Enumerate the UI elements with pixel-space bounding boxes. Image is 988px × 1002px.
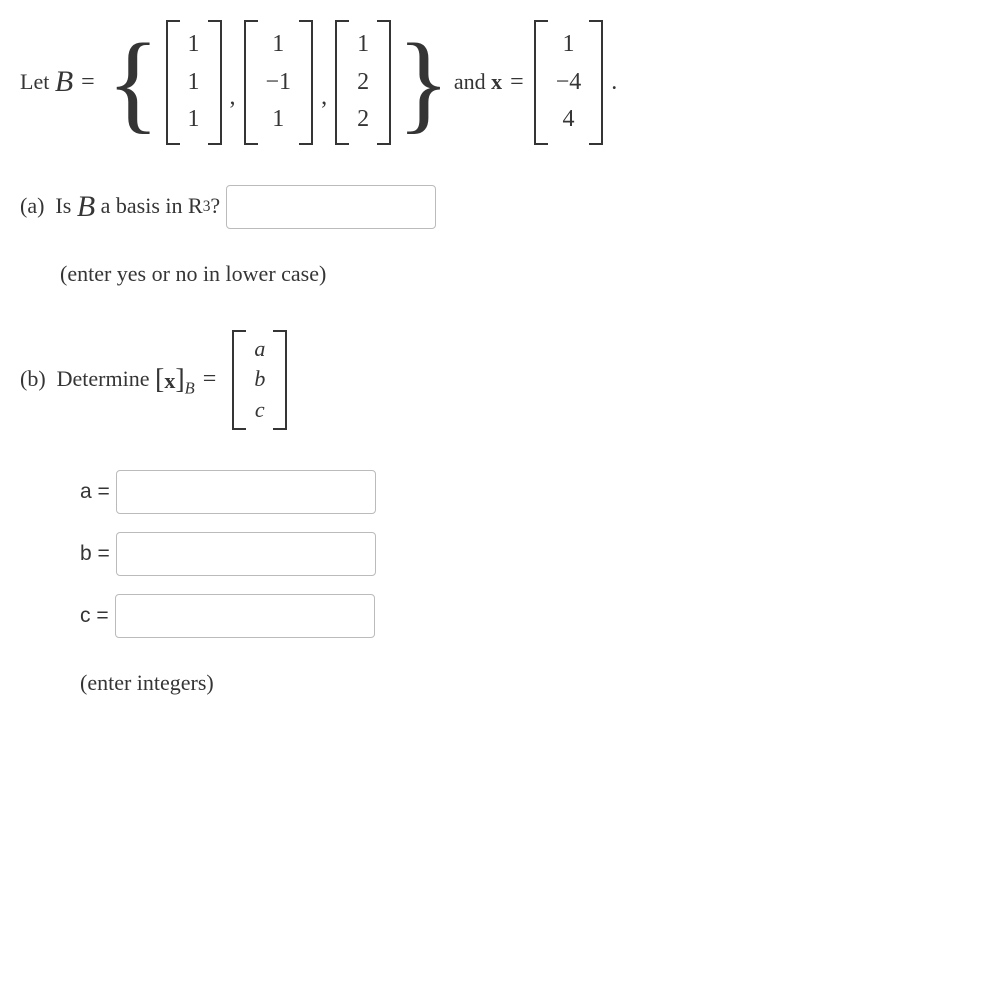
rhs-c: c	[255, 395, 265, 426]
part-b-text1: Determine	[57, 364, 150, 395]
v2-r1: 1	[272, 28, 284, 62]
v1-r3: 1	[188, 103, 200, 137]
comma-1: ,	[230, 81, 236, 145]
b-label: b =	[80, 539, 110, 568]
part-a-text3: ?	[210, 191, 220, 222]
period: .	[611, 66, 617, 100]
input-a[interactable]	[116, 470, 376, 514]
vector-3: 1 2 2	[335, 20, 391, 145]
v2-r2: −1	[266, 66, 292, 100]
input-c[interactable]	[115, 594, 375, 638]
equals-1: =	[81, 66, 95, 100]
symbol-B: B	[55, 61, 73, 103]
vector-2: 1 −1 1	[244, 20, 314, 145]
xB-notation: [x]B	[155, 360, 195, 399]
x-r1: 1	[562, 28, 574, 62]
equals-2: =	[510, 66, 524, 100]
part-a-label: (a)	[20, 191, 44, 222]
part-a-hint: (enter yes or no in lower case)	[60, 259, 968, 290]
brace-left: {	[103, 27, 164, 137]
vector-1: 1 1 1	[166, 20, 222, 145]
part-a-B: B	[77, 186, 95, 228]
brace-right: }	[393, 27, 454, 137]
xb-B: B	[185, 378, 195, 397]
sup-3: 3	[203, 196, 211, 218]
v3-r2: 2	[357, 66, 369, 100]
x-r3: 4	[562, 103, 574, 137]
equals-3: =	[203, 363, 217, 397]
v3-r1: 1	[357, 28, 369, 62]
and-text: and	[454, 67, 486, 98]
definition-line: Let B = { 1 1 1 , 1 −1 1 , 1 2 2 } and	[20, 20, 968, 145]
part-a-input[interactable]	[226, 185, 436, 229]
input-b[interactable]	[116, 532, 376, 576]
v1-r2: 1	[188, 66, 200, 100]
rhs-a: a	[254, 334, 265, 365]
x-r2: −4	[556, 66, 582, 100]
part-b-line: (b) Determine [x]B = a b c	[20, 330, 968, 430]
a-label: a =	[80, 477, 110, 506]
answer-row-b: b =	[80, 532, 968, 576]
part-a-line: (a) Is B a basis in R3?	[20, 185, 968, 229]
rhs-vector: a b c	[232, 330, 287, 430]
x-bold: x	[491, 67, 502, 98]
part-b-label: (b)	[20, 364, 46, 395]
answer-row-a: a =	[80, 470, 968, 514]
v1-r1: 1	[188, 28, 200, 62]
hint-integers: (enter integers)	[80, 668, 968, 699]
vector-x: 1 −4 4	[534, 20, 604, 145]
answer-row-c: c =	[80, 594, 968, 638]
v2-r3: 1	[272, 103, 284, 137]
v3-r3: 2	[357, 103, 369, 137]
xb-x: x	[164, 368, 175, 393]
rhs-b: b	[254, 364, 265, 395]
let-text: Let	[20, 67, 49, 98]
part-a-text1: Is	[55, 191, 71, 222]
comma-2: ,	[321, 81, 327, 145]
part-a-text2: a basis in R	[101, 191, 203, 222]
c-label: c =	[80, 601, 109, 630]
